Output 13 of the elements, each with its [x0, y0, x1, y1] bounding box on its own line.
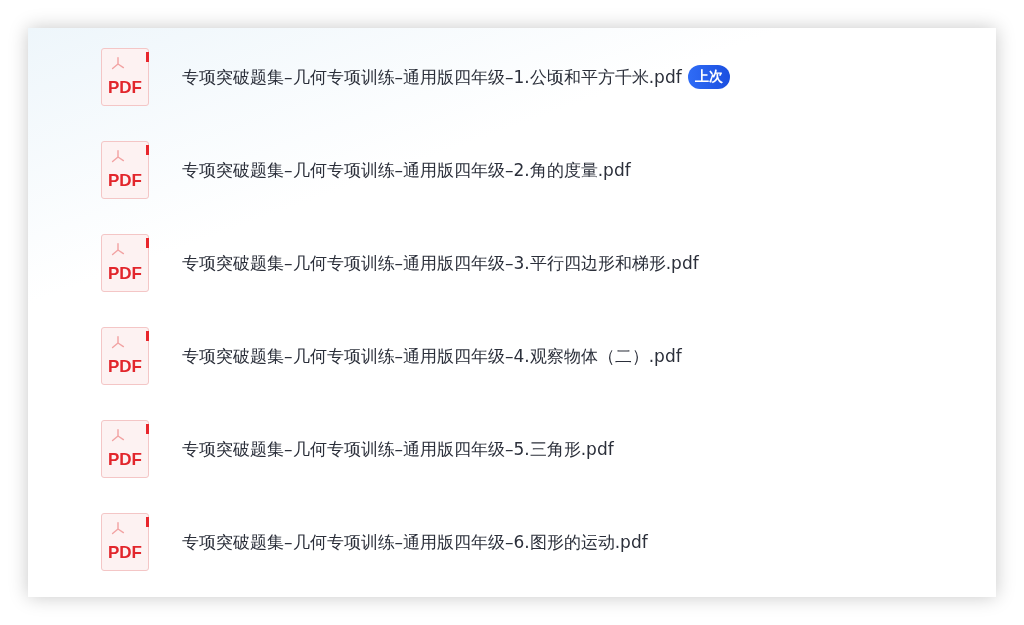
pdf-file-icon: PDF	[101, 48, 149, 106]
pdf-file-icon: PDF	[101, 420, 149, 478]
file-name[interactable]: 专项突破题集–几何专项训练–通用版四年级–6.图形的运动.pdf	[182, 530, 648, 554]
file-name[interactable]: 专项突破题集–几何专项训练–通用版四年级–1.公顷和平方千米.pdf	[182, 65, 682, 89]
pdf-file-icon: PDF	[101, 141, 149, 199]
file-name[interactable]: 专项突破题集–几何专项训练–通用版四年级–4.观察物体（二）.pdf	[182, 344, 682, 368]
pdf-file-icon: PDF	[101, 327, 149, 385]
pdf-file-icon: PDF	[101, 513, 149, 571]
file-name[interactable]: 专项突破题集–几何专项训练–通用版四年级–5.三角形.pdf	[182, 437, 614, 461]
file-name[interactable]: 专项突破题集–几何专项训练–通用版四年级–2.角的度量.pdf	[182, 158, 631, 182]
file-name[interactable]: 专项突破题集–几何专项训练–通用版四年级–3.平行四边形和梯形.pdf	[182, 251, 699, 275]
last-opened-badge: 上次	[687, 65, 730, 89]
pdf-file-icon: PDF	[101, 234, 149, 292]
